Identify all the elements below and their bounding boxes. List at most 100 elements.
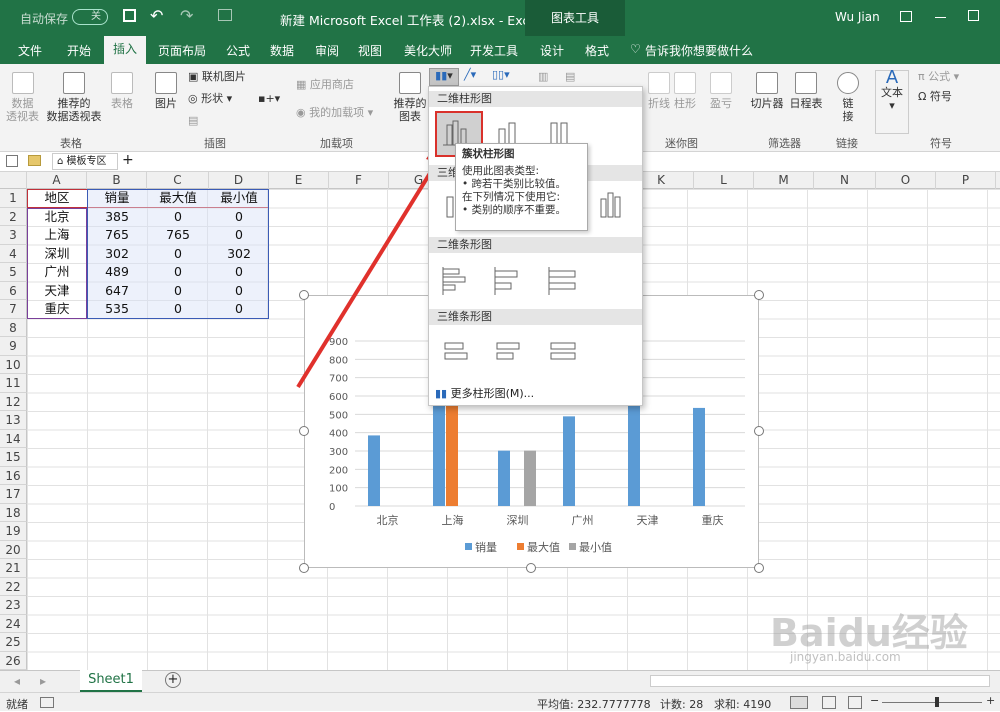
table-cell[interactable]: 535 <box>87 300 147 319</box>
user-name[interactable]: Wu Jian <box>835 10 880 24</box>
col-header[interactable]: B <box>87 172 147 189</box>
zoom-thumb[interactable] <box>935 697 939 707</box>
my-addins-button[interactable]: ◉ 我的加载项 ▾ <box>296 106 373 119</box>
row-header[interactable]: 10 <box>0 355 27 374</box>
autosave-toggle[interactable]: 关 <box>72 9 108 25</box>
tab-format[interactable]: 格式 <box>585 42 609 59</box>
page-layout-view-icon[interactable] <box>822 696 836 709</box>
tab-formulas[interactable]: 公式 <box>226 42 250 59</box>
tab-review[interactable]: 审阅 <box>315 42 339 59</box>
tab-insert[interactable]: 插入 <box>104 36 146 64</box>
table-cell[interactable]: 广州 <box>27 263 87 282</box>
screenshot-icon[interactable]: ▪+▾ <box>258 92 280 105</box>
col-header[interactable]: D <box>209 172 269 189</box>
table-cell[interactable]: 0 <box>147 208 209 227</box>
page-break-view-icon[interactable] <box>848 696 862 709</box>
table-header-cell[interactable]: 销量 <box>87 189 147 208</box>
table-cell[interactable]: 489 <box>87 263 147 282</box>
3d-stacked-bar-option[interactable] <box>491 335 527 371</box>
table-header-cell[interactable]: 最小值 <box>209 189 269 208</box>
pie-chart-button[interactable]: ▯▯▾ <box>492 68 510 81</box>
online-pictures-button[interactable]: ▣ 联机图片 <box>188 70 246 83</box>
table-cell[interactable]: 385 <box>87 208 147 227</box>
row-header[interactable]: 18 <box>0 503 27 522</box>
more-column-charts[interactable]: ▮▮ 更多柱形图(M)... <box>435 385 534 401</box>
maximize-icon[interactable] <box>968 10 979 21</box>
row-header[interactable]: 25 <box>0 633 27 652</box>
row-header[interactable]: 12 <box>0 392 27 411</box>
table-cell[interactable]: 765 <box>87 226 147 245</box>
row-header[interactable]: 23 <box>0 596 27 615</box>
horizontal-scrollbar[interactable] <box>650 675 990 687</box>
hierarchy-chart-icon[interactable]: ▥ <box>538 70 548 83</box>
table-cell[interactable]: 0 <box>147 245 209 264</box>
zoom-in-icon[interactable]: + <box>986 694 995 707</box>
normal-view-icon[interactable] <box>790 696 808 709</box>
table-cell[interactable]: 0 <box>209 208 269 227</box>
table-header-cell[interactable]: 地区 <box>27 189 87 208</box>
folder-icon[interactable] <box>28 155 41 166</box>
table-cell[interactable]: 0 <box>209 300 269 319</box>
row-header[interactable]: 4 <box>0 244 27 263</box>
save-icon[interactable] <box>123 9 136 22</box>
sheet-tab-sheet1[interactable]: Sheet1 <box>80 670 142 692</box>
template-tab[interactable]: ⌂ 模板专区 ✕ <box>52 153 118 182</box>
tab-page-layout[interactable]: 页面布局 <box>158 42 206 59</box>
table-header-cell[interactable]: 最大值 <box>147 189 209 208</box>
tab-data[interactable]: 数据 <box>270 42 294 59</box>
row-header[interactable]: 5 <box>0 263 27 282</box>
col-header[interactable]: O <box>876 172 936 189</box>
resize-handle[interactable] <box>299 426 309 436</box>
resize-handle[interactable] <box>754 290 764 300</box>
sparkline-winloss-button[interactable]: 盈亏 <box>706 72 736 110</box>
row-header[interactable]: 14 <box>0 429 27 448</box>
row-header[interactable]: 22 <box>0 577 27 596</box>
symbol-button[interactable]: Ω 符号 <box>918 90 952 103</box>
row-header[interactable]: 26 <box>0 651 27 670</box>
col-header[interactable]: C <box>147 172 209 189</box>
table-cell[interactable]: 0 <box>209 226 269 245</box>
col-header[interactable]: P <box>936 172 996 189</box>
pivottable-button[interactable]: 数据 透视表 <box>5 72 40 123</box>
tab-view[interactable]: 视图 <box>358 42 382 59</box>
minimize-icon[interactable] <box>935 17 946 18</box>
row-header[interactable]: 17 <box>0 485 27 504</box>
row-header[interactable]: 15 <box>0 448 27 467</box>
table-cell[interactable]: 重庆 <box>27 300 87 319</box>
shapes-button[interactable]: ◎ 形状 ▾ <box>188 92 232 105</box>
tab-file[interactable]: 文件 <box>18 42 42 59</box>
zoom-out-icon[interactable]: − <box>870 694 879 707</box>
resize-handle[interactable] <box>526 563 536 573</box>
stacked-bar-option[interactable] <box>491 263 527 299</box>
pictures-button[interactable]: 图片 <box>150 72 182 110</box>
macro-record-icon[interactable] <box>40 697 54 708</box>
row-header[interactable]: 8 <box>0 318 27 337</box>
row-header[interactable]: 3 <box>0 226 27 245</box>
row-header[interactable]: 13 <box>0 411 27 430</box>
tell-me-search[interactable]: 告诉我你想要做什么 <box>645 42 753 59</box>
resize-handle[interactable] <box>299 563 309 573</box>
select-all[interactable] <box>0 172 27 189</box>
3d-column-full-option[interactable] <box>595 187 631 223</box>
tab-developer[interactable]: 开发工具 <box>470 42 518 59</box>
table-cell[interactable]: 647 <box>87 282 147 301</box>
table-cell[interactable]: 0 <box>147 282 209 301</box>
row-header[interactable]: 2 <box>0 207 27 226</box>
row-header[interactable]: 16 <box>0 466 27 485</box>
row-header[interactable]: 6 <box>0 281 27 300</box>
equation-button[interactable]: π 公式 ▾ <box>918 70 959 83</box>
3d-clustered-bar-option[interactable] <box>439 335 475 371</box>
table-cell[interactable]: 0 <box>209 263 269 282</box>
add-tab-icon[interactable]: + <box>122 152 134 168</box>
table-cell[interactable]: 北京 <box>27 208 87 227</box>
3d-percent-bar-option[interactable] <box>545 335 581 371</box>
recommended-charts-button[interactable]: 推荐的 图表 <box>390 72 430 123</box>
new-doc-icon[interactable] <box>6 155 18 167</box>
table-cell[interactable]: 天津 <box>27 282 87 301</box>
tab-beautify[interactable]: 美化大师 <box>404 42 452 59</box>
col-header[interactable]: M <box>754 172 814 189</box>
row-header[interactable]: 24 <box>0 614 27 633</box>
table-cell[interactable]: 765 <box>147 226 209 245</box>
slicer-button[interactable]: 切片器 <box>748 72 786 110</box>
percent-bar-option[interactable] <box>545 263 581 299</box>
